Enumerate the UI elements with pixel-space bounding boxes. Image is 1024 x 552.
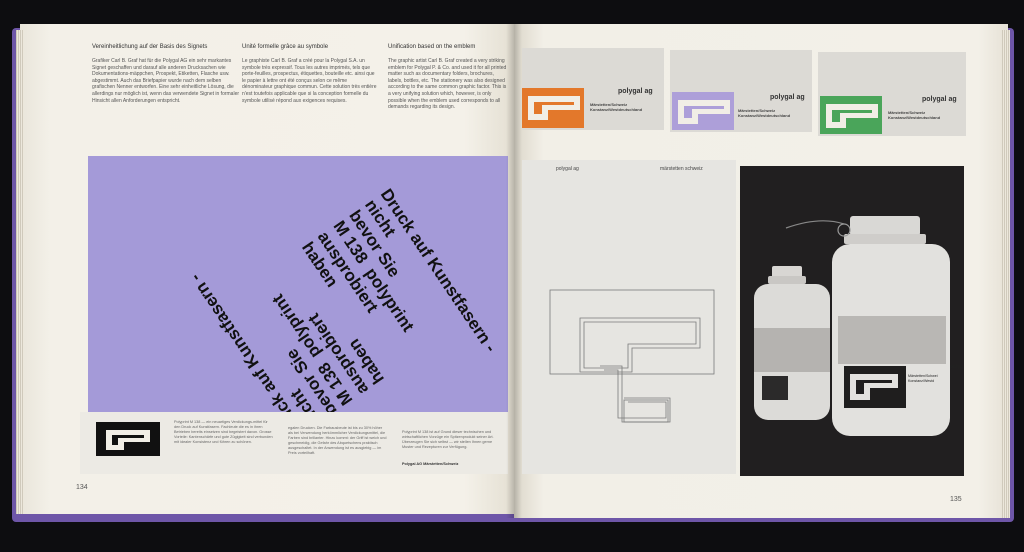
swatch-card-green: polygal ag Märstetten/Schweiz Konstanz/W… [818,52,966,136]
bottles-photo: polyg Märstetten/Schwei Konstanz/Westd [740,166,964,476]
column-body-french: Le graphiste Carl B. Graf a créé pour la… [242,58,377,104]
column-body-german: Grafiker Carl B. Graf hat für die Polyga… [92,58,240,104]
page-stack-right [1002,30,1010,518]
bottles-illustration [754,216,950,436]
column-body-english: The graphic artist Carl B. Graf created … [388,58,507,111]
page-number-left: 134 [76,484,88,491]
column-heading-english: Unification based on the emblem [388,44,476,50]
caption-column-3: Polyprint M 138 ist auf Grund dieser tec… [402,430,494,449]
card-brand: polygal ag [922,96,957,103]
caption-column-2: egalen Drucken. Die Farbausbeute ist bis… [288,426,387,455]
card-brand: polygal ag [618,88,653,95]
polygal-emblem-icon [678,100,730,124]
page-stack-left [16,30,24,514]
green-swatch [820,96,882,134]
card-address: Märstetten/Schweiz Konstanz/Westdeutschl… [590,102,643,112]
book-gutter [506,24,522,518]
page-number-right: 135 [950,496,962,503]
column-heading-french: Unité formelle grâce au symbole [242,44,329,50]
orange-swatch [522,88,584,128]
card-address: Märstetten/Schweiz Konstanz/Westdeutschl… [888,110,941,120]
polygal-emblem-icon [528,96,580,120]
card-brand: polygal ag [770,94,805,101]
caption-column-1: Polyprint M 138 — ein neuartiges Verdick… [174,420,273,444]
caption-signature: Polygal AG Märstetten/Schweiz [402,462,459,466]
polygal-emblem-icon [826,104,878,128]
folder-label-right: märstetten schweiz [660,166,703,172]
folder-label-left: polygal ag [556,166,579,172]
column-heading-german: Vereinheitlichung auf der Basis des Sign… [92,44,208,50]
swatch-card-orange: polygal ag Märstetten/Schweiz Konstanz/W… [522,48,664,130]
card-address: Märstetten/Schweiz Konstanz/Westdeutschl… [738,108,791,118]
swatch-card-lavender: polygal ag Märstetten/Schweiz Konstanz/W… [670,50,812,132]
lavender-swatch [672,92,734,130]
bottle-label-address: Märstetten/Schwei Konstanz/Westd [908,374,938,383]
bottle-label-brand: polyg [950,364,964,370]
polygal-logo-block [96,422,160,456]
polygal-emblem-icon [106,430,150,450]
purple-poster: Druck auf Kunstfasern - nicht bevor Sie … [88,156,508,412]
folder-outline-drawing [549,289,715,423]
